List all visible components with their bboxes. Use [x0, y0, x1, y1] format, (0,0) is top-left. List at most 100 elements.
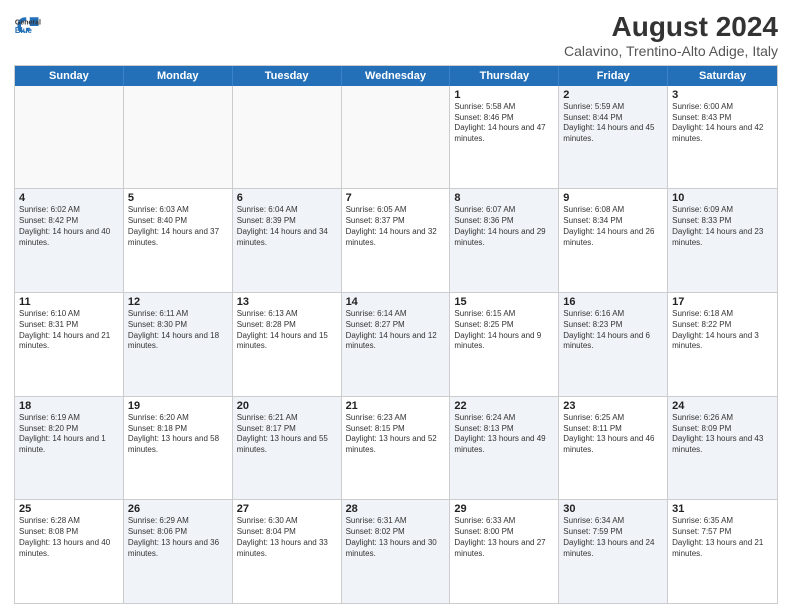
week-row-4: 18 Sunrise: 6:19 AMSunset: 8:20 PMDaylig…	[15, 396, 777, 500]
cal-cell-aug22: 22 Sunrise: 6:24 AMSunset: 8:13 PMDaylig…	[450, 397, 559, 500]
header: General Blue August 2024 Calavino, Trent…	[14, 12, 778, 59]
cal-cell-aug31: 31 Sunrise: 6:35 AMSunset: 7:57 PMDaylig…	[668, 500, 777, 603]
week-row-1: 1 Sunrise: 5:58 AMSunset: 8:46 PMDayligh…	[15, 86, 777, 189]
cal-cell-aug30: 30 Sunrise: 6:34 AMSunset: 7:59 PMDaylig…	[559, 500, 668, 603]
cal-cell-aug25: 25 Sunrise: 6:28 AMSunset: 8:08 PMDaylig…	[15, 500, 124, 603]
day-number: 8	[454, 192, 554, 204]
cal-cell-aug18: 18 Sunrise: 6:19 AMSunset: 8:20 PMDaylig…	[15, 397, 124, 500]
cal-cell-aug3: 3 Sunrise: 6:00 AMSunset: 8:43 PMDayligh…	[668, 86, 777, 189]
day-info: Sunrise: 6:00 AMSunset: 8:43 PMDaylight:…	[672, 102, 773, 145]
day-info: Sunrise: 6:04 AMSunset: 8:39 PMDaylight:…	[237, 205, 337, 248]
cal-cell-aug20: 20 Sunrise: 6:21 AMSunset: 8:17 PMDaylig…	[233, 397, 342, 500]
day-number: 11	[19, 296, 119, 308]
day-number: 6	[237, 192, 337, 204]
day-number: 2	[563, 89, 663, 101]
week-row-5: 25 Sunrise: 6:28 AMSunset: 8:08 PMDaylig…	[15, 499, 777, 603]
day-info: Sunrise: 6:31 AMSunset: 8:02 PMDaylight:…	[346, 516, 446, 559]
day-number: 15	[454, 296, 554, 308]
cal-cell-aug7: 7 Sunrise: 6:05 AMSunset: 8:37 PMDayligh…	[342, 189, 451, 292]
calendar-header: Sunday Monday Tuesday Wednesday Thursday…	[15, 66, 777, 86]
day-info: Sunrise: 6:29 AMSunset: 8:06 PMDaylight:…	[128, 516, 228, 559]
cal-cell-empty	[342, 86, 451, 189]
cal-cell-aug24: 24 Sunrise: 6:26 AMSunset: 8:09 PMDaylig…	[668, 397, 777, 500]
day-number: 27	[237, 503, 337, 515]
day-info: Sunrise: 6:24 AMSunset: 8:13 PMDaylight:…	[454, 413, 554, 456]
day-info: Sunrise: 6:11 AMSunset: 8:30 PMDaylight:…	[128, 309, 228, 352]
day-number: 12	[128, 296, 228, 308]
cal-cell-aug19: 19 Sunrise: 6:20 AMSunset: 8:18 PMDaylig…	[124, 397, 233, 500]
svg-text:Blue: Blue	[15, 26, 33, 35]
logo: General Blue	[14, 12, 42, 40]
day-number: 26	[128, 503, 228, 515]
day-info: Sunrise: 6:03 AMSunset: 8:40 PMDaylight:…	[128, 205, 228, 248]
day-number: 7	[346, 192, 446, 204]
day-number: 23	[563, 400, 663, 412]
day-info: Sunrise: 6:13 AMSunset: 8:28 PMDaylight:…	[237, 309, 337, 352]
day-info: Sunrise: 6:05 AMSunset: 8:37 PMDaylight:…	[346, 205, 446, 248]
day-number: 29	[454, 503, 554, 515]
day-info: Sunrise: 6:25 AMSunset: 8:11 PMDaylight:…	[563, 413, 663, 456]
day-info: Sunrise: 6:14 AMSunset: 8:27 PMDaylight:…	[346, 309, 446, 352]
cal-cell-aug11: 11 Sunrise: 6:10 AMSunset: 8:31 PMDaylig…	[15, 293, 124, 396]
day-number: 24	[672, 400, 773, 412]
cal-cell-aug15: 15 Sunrise: 6:15 AMSunset: 8:25 PMDaylig…	[450, 293, 559, 396]
header-friday: Friday	[559, 66, 668, 86]
day-number: 25	[19, 503, 119, 515]
week-row-2: 4 Sunrise: 6:02 AMSunset: 8:42 PMDayligh…	[15, 188, 777, 292]
day-number: 17	[672, 296, 773, 308]
day-info: Sunrise: 5:59 AMSunset: 8:44 PMDaylight:…	[563, 102, 663, 145]
cal-cell-aug9: 9 Sunrise: 6:08 AMSunset: 8:34 PMDayligh…	[559, 189, 668, 292]
day-info: Sunrise: 6:34 AMSunset: 7:59 PMDaylight:…	[563, 516, 663, 559]
day-number: 31	[672, 503, 773, 515]
day-number: 18	[19, 400, 119, 412]
day-info: Sunrise: 6:02 AMSunset: 8:42 PMDaylight:…	[19, 205, 119, 248]
day-info: Sunrise: 6:19 AMSunset: 8:20 PMDaylight:…	[19, 413, 119, 456]
location-subtitle: Calavino, Trentino-Alto Adige, Italy	[564, 43, 778, 59]
cal-cell-aug5: 5 Sunrise: 6:03 AMSunset: 8:40 PMDayligh…	[124, 189, 233, 292]
cal-cell-aug6: 6 Sunrise: 6:04 AMSunset: 8:39 PMDayligh…	[233, 189, 342, 292]
day-info: Sunrise: 6:08 AMSunset: 8:34 PMDaylight:…	[563, 205, 663, 248]
day-number: 3	[672, 89, 773, 101]
day-number: 1	[454, 89, 554, 101]
day-number: 13	[237, 296, 337, 308]
day-number: 5	[128, 192, 228, 204]
day-number: 10	[672, 192, 773, 204]
day-info: Sunrise: 6:10 AMSunset: 8:31 PMDaylight:…	[19, 309, 119, 352]
cal-cell-empty	[15, 86, 124, 189]
day-info: Sunrise: 6:28 AMSunset: 8:08 PMDaylight:…	[19, 516, 119, 559]
cal-cell-aug12: 12 Sunrise: 6:11 AMSunset: 8:30 PMDaylig…	[124, 293, 233, 396]
cal-cell-aug2: 2 Sunrise: 5:59 AMSunset: 8:44 PMDayligh…	[559, 86, 668, 189]
header-wednesday: Wednesday	[342, 66, 451, 86]
page-container: General Blue August 2024 Calavino, Trent…	[0, 0, 792, 612]
header-tuesday: Tuesday	[233, 66, 342, 86]
day-info: Sunrise: 6:35 AMSunset: 7:57 PMDaylight:…	[672, 516, 773, 559]
cal-cell-aug14: 14 Sunrise: 6:14 AMSunset: 8:27 PMDaylig…	[342, 293, 451, 396]
day-number: 28	[346, 503, 446, 515]
cal-cell-aug1: 1 Sunrise: 5:58 AMSunset: 8:46 PMDayligh…	[450, 86, 559, 189]
cal-cell-aug8: 8 Sunrise: 6:07 AMSunset: 8:36 PMDayligh…	[450, 189, 559, 292]
day-number: 9	[563, 192, 663, 204]
cal-cell-aug16: 16 Sunrise: 6:16 AMSunset: 8:23 PMDaylig…	[559, 293, 668, 396]
cal-cell-aug10: 10 Sunrise: 6:09 AMSunset: 8:33 PMDaylig…	[668, 189, 777, 292]
day-info: Sunrise: 6:30 AMSunset: 8:04 PMDaylight:…	[237, 516, 337, 559]
month-year-title: August 2024	[564, 12, 778, 43]
header-saturday: Saturday	[668, 66, 777, 86]
day-info: Sunrise: 6:20 AMSunset: 8:18 PMDaylight:…	[128, 413, 228, 456]
day-number: 22	[454, 400, 554, 412]
day-info: Sunrise: 6:26 AMSunset: 8:09 PMDaylight:…	[672, 413, 773, 456]
cal-cell-aug13: 13 Sunrise: 6:13 AMSunset: 8:28 PMDaylig…	[233, 293, 342, 396]
header-thursday: Thursday	[450, 66, 559, 86]
day-number: 4	[19, 192, 119, 204]
week-row-3: 11 Sunrise: 6:10 AMSunset: 8:31 PMDaylig…	[15, 292, 777, 396]
cal-cell-empty	[233, 86, 342, 189]
day-info: Sunrise: 6:16 AMSunset: 8:23 PMDaylight:…	[563, 309, 663, 352]
cal-cell-aug4: 4 Sunrise: 6:02 AMSunset: 8:42 PMDayligh…	[15, 189, 124, 292]
calendar: Sunday Monday Tuesday Wednesday Thursday…	[14, 65, 778, 604]
day-info: Sunrise: 6:09 AMSunset: 8:33 PMDaylight:…	[672, 205, 773, 248]
day-number: 16	[563, 296, 663, 308]
logo-icon: General Blue	[14, 12, 42, 40]
day-info: Sunrise: 6:33 AMSunset: 8:00 PMDaylight:…	[454, 516, 554, 559]
cal-cell-aug29: 29 Sunrise: 6:33 AMSunset: 8:00 PMDaylig…	[450, 500, 559, 603]
cal-cell-aug17: 17 Sunrise: 6:18 AMSunset: 8:22 PMDaylig…	[668, 293, 777, 396]
cal-cell-aug27: 27 Sunrise: 6:30 AMSunset: 8:04 PMDaylig…	[233, 500, 342, 603]
